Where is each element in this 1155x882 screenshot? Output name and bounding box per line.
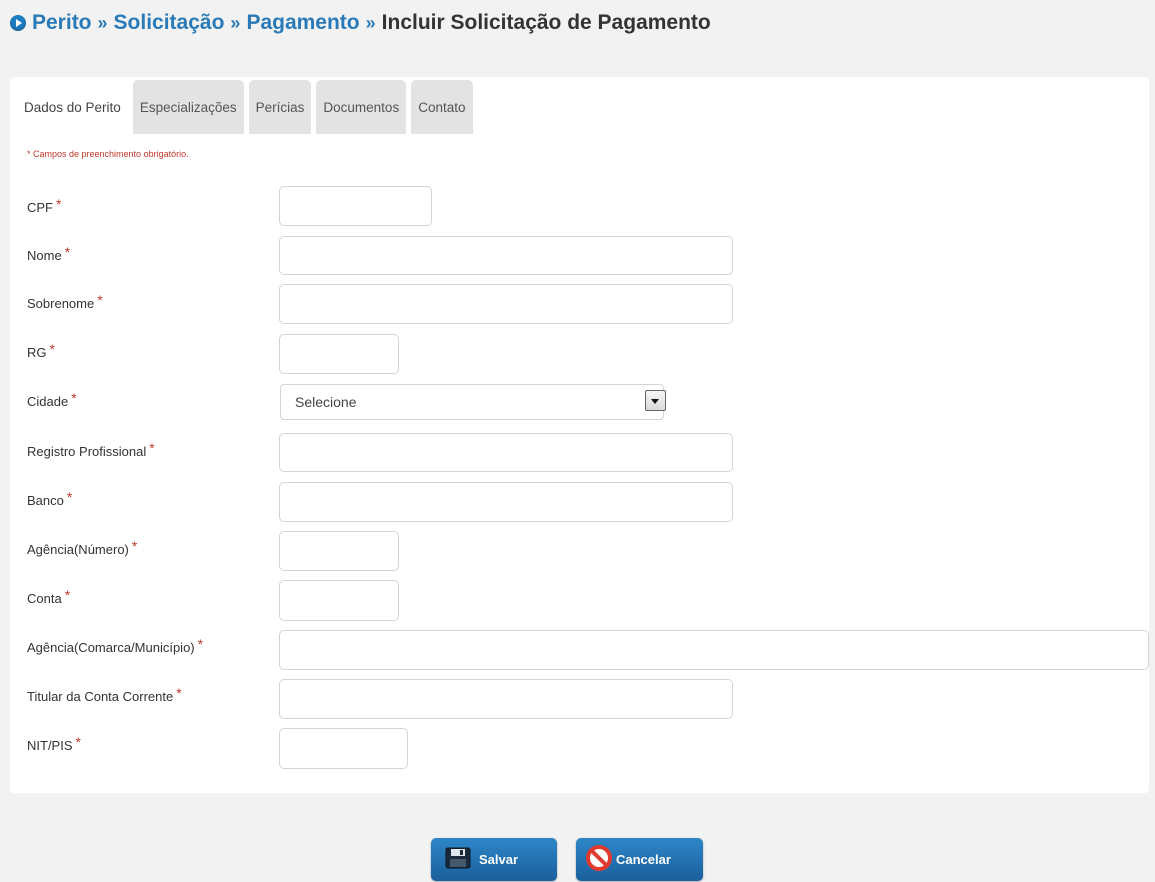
tab-bar: Dados do Perito Especializações Perícias…: [17, 80, 478, 134]
save-button[interactable]: Salvar: [431, 838, 557, 881]
breadcrumb-separator: »: [97, 12, 108, 33]
cpf-input[interactable]: [279, 186, 432, 226]
save-button-label: Salvar: [479, 852, 519, 867]
agencia-comarca-label: Agência(Comarca/Município) *: [27, 636, 204, 655]
required-mark: *: [56, 196, 62, 212]
cancel-button-label: Cancelar: [616, 852, 671, 867]
cpf-label: CPF *: [27, 196, 62, 215]
agencia-numero-input[interactable]: [279, 531, 399, 571]
sobrenome-input[interactable]: [279, 284, 733, 324]
required-fields-note: * Campos de preenchimento obrigatório.: [27, 149, 189, 159]
cidade-select[interactable]: Selecione: [280, 384, 666, 420]
agencia-comarca-label-text: Agência(Comarca/Município): [27, 640, 195, 655]
agencia-comarca-input[interactable]: [279, 630, 1149, 670]
nome-input[interactable]: [279, 236, 733, 275]
titular-input[interactable]: [279, 679, 733, 719]
conta-label: Conta *: [27, 587, 71, 606]
banco-label: Banco *: [27, 489, 73, 508]
tab-documentos[interactable]: Documentos: [316, 80, 407, 134]
conta-input[interactable]: [279, 580, 399, 621]
tab-dados-do-perito[interactable]: Dados do Perito: [17, 80, 128, 134]
nome-label: Nome *: [27, 244, 71, 263]
nome-label-text: Nome: [27, 248, 62, 263]
titular-label: Titular da Conta Corrente *: [27, 685, 182, 704]
tab-pericias[interactable]: Perícias: [248, 80, 312, 134]
breadcrumb: Perito » Solicitação » Pagamento » Inclu…: [10, 8, 711, 38]
required-mark: *: [176, 685, 182, 701]
required-mark: *: [64, 244, 71, 260]
nit-pis-input[interactable]: [279, 728, 408, 769]
sobrenome-label: Sobrenome *: [27, 292, 103, 311]
required-mark: *: [49, 341, 55, 357]
agencia-numero-label: Agência(Número) *: [27, 538, 138, 557]
cidade-label: Cidade *: [27, 390, 77, 409]
titular-label-text: Titular da Conta Corrente: [27, 689, 174, 704]
sobrenome-label-text: Sobrenome: [27, 296, 95, 311]
page-title: Incluir Solicitação de Pagamento: [381, 11, 711, 34]
tab-especializacoes[interactable]: Especializações: [132, 80, 244, 134]
banco-input[interactable]: [279, 482, 733, 522]
required-mark: *: [131, 538, 138, 554]
registro-label: Registro Profissional *: [27, 440, 155, 459]
cidade-selected-value: Selecione: [295, 394, 357, 410]
tab-contato[interactable]: Contato: [411, 80, 473, 134]
nit-pis-label: NIT/PIS *: [27, 734, 81, 753]
required-mark: *: [64, 587, 71, 603]
dropdown-arrow-icon[interactable]: [645, 390, 666, 411]
form-panel: Dados do Perito Especializações Perícias…: [10, 77, 1149, 793]
breadcrumb-solicitacao[interactable]: Solicitação: [114, 11, 225, 35]
nit-pis-label-text: NIT/PIS: [27, 738, 73, 753]
registro-label-text: Registro Profissional: [27, 444, 147, 459]
breadcrumb-separator: »: [230, 12, 241, 33]
breadcrumb-perito[interactable]: Perito: [32, 11, 92, 35]
breadcrumb-pagamento[interactable]: Pagamento: [246, 11, 359, 35]
required-mark: *: [71, 390, 77, 406]
cidade-label-text: Cidade: [27, 394, 69, 409]
cpf-label-text: CPF: [27, 200, 53, 215]
circle-arrow-icon: [10, 15, 26, 31]
required-mark: *: [75, 734, 81, 750]
banco-label-text: Banco: [27, 493, 64, 508]
agencia-numero-label-text: Agência(Número): [27, 542, 129, 557]
cancel-button[interactable]: Cancelar: [576, 838, 703, 881]
no-entry-icon: [586, 845, 612, 874]
required-mark: *: [149, 440, 155, 456]
breadcrumb-separator: »: [365, 12, 376, 33]
rg-label: RG *: [27, 341, 55, 360]
required-mark: *: [97, 292, 103, 308]
conta-label-text: Conta: [27, 591, 62, 606]
floppy-disk-icon: [445, 847, 471, 872]
required-mark: *: [197, 636, 204, 652]
required-mark: *: [66, 489, 73, 505]
rg-label-text: RG: [27, 345, 47, 360]
registro-profissional-input[interactable]: [279, 433, 733, 472]
rg-input[interactable]: [279, 334, 399, 374]
